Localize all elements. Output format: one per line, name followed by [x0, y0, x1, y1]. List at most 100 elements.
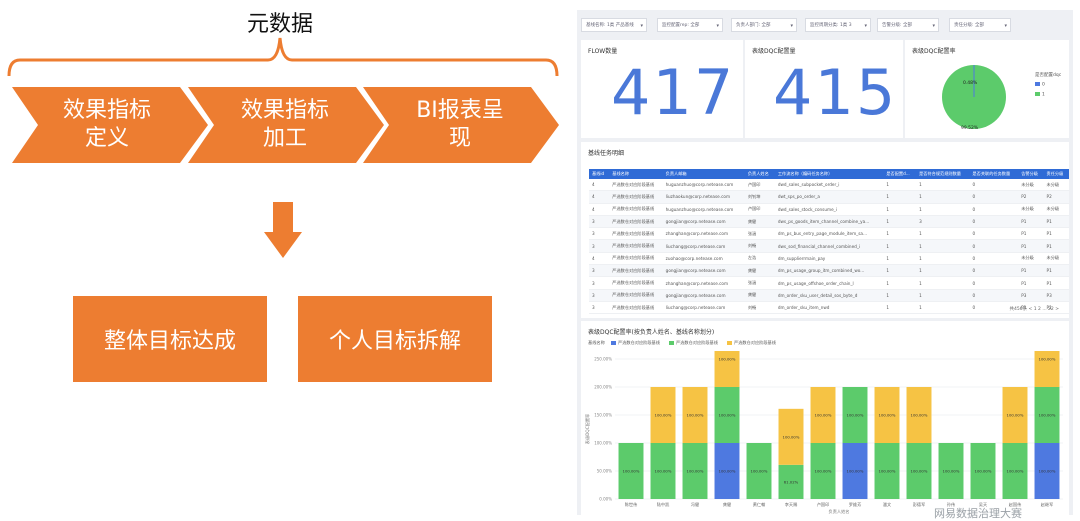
table-col-header[interactable]: 告警分级 [1018, 169, 1044, 179]
table-cell: 张涵 [744, 227, 775, 241]
filter-alert[interactable]: 告警分级: 全部 ▾ [877, 18, 939, 32]
filter-monitor[interactable]: 监控配置rep: 全部 ▾ [657, 18, 723, 32]
table-cell: 严选数仓对应阶段基线 [609, 179, 663, 192]
table-cell: 严选数仓对应阶段基线 [609, 276, 663, 290]
filter-baseline[interactable]: 基线名称: 1类 产品基线 ▾ [581, 18, 647, 32]
table-col-header[interactable]: 是否配置d... [883, 169, 917, 179]
filter-dept[interactable]: 负责人部门: 全部 ▾ [731, 18, 797, 32]
table-cell: 1 [916, 276, 970, 290]
x-tick-label: 冯健 [691, 501, 700, 508]
table-cell: P1 [1043, 276, 1069, 290]
pipeline-step-2-label: 效果指标 加工 [240, 98, 329, 151]
y-tick-label: 100.00% [594, 441, 612, 446]
x-tick-label: 黄仁翰 [753, 501, 766, 508]
table-cell: 严选数仓对应阶段基线 [609, 227, 663, 241]
table-row[interactable]: 4 严选数仓对应阶段基线 huguanzhuo@corp.netease.com 卢国… [589, 179, 1069, 192]
table-cell: 0 [969, 264, 1019, 278]
table-row[interactable]: 3 严选数仓对应阶段基线 zhanghan@corp.netease.com 张涵 dm… [589, 276, 1069, 290]
table-cell: liuchang@corp.netease.com [662, 301, 745, 315]
y-tick-label: 200.00% [594, 385, 612, 390]
table-cell: 严选数仓对应阶段基线 [609, 289, 663, 302]
table-cell: 未分级 [1043, 179, 1069, 192]
kpi-dqc-card: 表级DQC配置量 415 [745, 40, 903, 138]
table-cell: 1 [883, 289, 917, 302]
table-pager[interactable]: 共456条 < 1 2 ... 22 > [1010, 306, 1059, 312]
table-cell: P2 [1018, 190, 1044, 204]
bar-value-label: 100.00% [655, 469, 672, 474]
table-cell: 1 [883, 215, 917, 229]
kpi-flow-value: 417 [611, 56, 736, 129]
outcome-overall-goal: 整体目标达成 [73, 296, 267, 382]
filter-duty[interactable]: 责任分级: 全部 ▾ [949, 18, 1011, 32]
down-arrow-icon [264, 202, 302, 258]
table-cell: P3 [1043, 289, 1069, 302]
table-cell: 1 [883, 203, 917, 216]
table-cell: 3 [589, 301, 610, 315]
table-row[interactable]: 4 严选数仓对应阶段基线 zuohao@corp.netease.com 左浩 dm_s… [589, 252, 1069, 266]
table-cell: 0 [969, 203, 1019, 216]
bar-value-label: 100.00% [879, 469, 896, 474]
table-cell: dm_ps_usage_offshoe_order_chain_l [774, 276, 884, 290]
table-row[interactable]: 4 严选数仓对应阶段基线 huguanzhuo@corp.netease.com 卢国… [589, 203, 1069, 216]
pie-title: 表级DQC配置率 [912, 48, 956, 55]
table-cell: 未分级 [1018, 179, 1044, 192]
table-cell: 1 [916, 203, 970, 216]
table-row[interactable]: 3 严选数仓对应阶段基线 zhanghan@corp.netease.com 张涵 dm… [589, 227, 1069, 241]
table-cell: P1 [1043, 239, 1069, 253]
bar-value-label: 100.00% [911, 469, 928, 474]
pie-legend-title: 是否配置dqc [1035, 73, 1062, 78]
bar-value-label: 100.00% [655, 413, 672, 418]
table-cell: 3 [589, 227, 610, 241]
table-cell: zhanghan@corp.netease.com [662, 227, 745, 241]
table-cell: gongjian@corp.netease.com [662, 264, 745, 278]
table-cell: 1 [916, 227, 970, 241]
table-row[interactable]: 3 严选数仓对应阶段基线 gongjian@corp.netease.com 龚健 dm… [589, 289, 1069, 302]
table-col-header[interactable]: 基线名称 [609, 169, 663, 179]
table-cell: 0 [969, 252, 1019, 266]
table-cell: 3 [589, 215, 610, 229]
table-cell: P1 [1018, 239, 1044, 253]
bar-chart: 0.00% 50.00% 100.00% 150.00% 200.00% 250.00% 表… [584, 351, 1063, 515]
table-cell: 4 [589, 179, 610, 192]
bar-value-label: 100.00% [815, 413, 832, 418]
table-cell: 3 [589, 276, 610, 290]
kpi-flow-title: FLOW数量 [588, 48, 618, 55]
table-cell: 1 [916, 252, 970, 266]
table-cell: gongjian@corp.netease.com [662, 289, 745, 302]
table-cell: 严选数仓对应阶段基线 [609, 239, 663, 253]
table-cell: 1 [883, 252, 917, 266]
table-row[interactable]: 3 严选数仓对应阶段基线 gongjian@corp.netease.com 龚健 dw… [589, 215, 1069, 229]
table-cell: 未分级 [1043, 252, 1069, 266]
table-col-header[interactable]: 负责人邮箱 [662, 169, 745, 179]
table-row[interactable]: 3 严选数仓对应阶段基线 liuchang@corp.netease.com 刘畅 dw… [589, 239, 1069, 253]
bar-value-label: 100.00% [847, 413, 864, 418]
table-row[interactable]: 3 严选数仓对应阶段基线 gongjian@corp.netease.com 龚健 dm… [589, 264, 1069, 278]
table-cell: 3 [589, 264, 610, 278]
table-cell: zhanghan@corp.netease.com [662, 276, 745, 290]
table-cell: P1 [1018, 276, 1044, 290]
x-tick-label: 潘文 [883, 501, 892, 508]
x-tick-label: 李天赐 [785, 501, 798, 508]
bar-value-label: 100.00% [1039, 469, 1056, 474]
table-row[interactable]: 4 严选数仓对应阶段基线 liuzhaokun@corp.netease.com 刘钊… [589, 190, 1069, 204]
table-col-header[interactable]: 责任分级 [1043, 169, 1069, 179]
bar-chart-card: 表级DQC配置率(按负责人姓名、基线名称划分) 基线名称 严选数仓对应阶段基线 … [581, 321, 1069, 515]
bar-value-label: 100.00% [879, 413, 896, 418]
table-cell: dwd_sales_subpocket_order_i [774, 179, 884, 192]
table-col-header[interactable]: 基线id [589, 169, 610, 179]
detail-table-title: 基线任务明细 [588, 150, 625, 157]
table-cell: 严选数仓对应阶段基线 [609, 215, 663, 229]
bar-value-label: 100.00% [783, 434, 800, 439]
table-cell: 严选数仓对应阶段基线 [609, 203, 663, 216]
table-col-header[interactable]: 负责人姓名 [744, 169, 775, 179]
y-tick-label: 150.00% [594, 413, 612, 418]
table-cell: P2 [1043, 190, 1069, 204]
table-col-header[interactable]: 是否关联的任务数量 [969, 169, 1019, 179]
table-col-header[interactable]: 工作流名称（编码任务名称） [774, 169, 884, 179]
bar-value-label: 100.00% [687, 413, 704, 418]
pie-chart [942, 65, 1006, 129]
filter-period[interactable]: 监控周期分类: 1类 3 ▾ [805, 18, 871, 32]
table-row[interactable]: 3 严选数仓对应阶段基线 liuchang@corp.netease.com 刘畅 dm… [589, 301, 1069, 315]
table-cell: 1 [883, 276, 917, 290]
table-col-header[interactable]: 是否符合规范规则数量 [916, 169, 970, 179]
